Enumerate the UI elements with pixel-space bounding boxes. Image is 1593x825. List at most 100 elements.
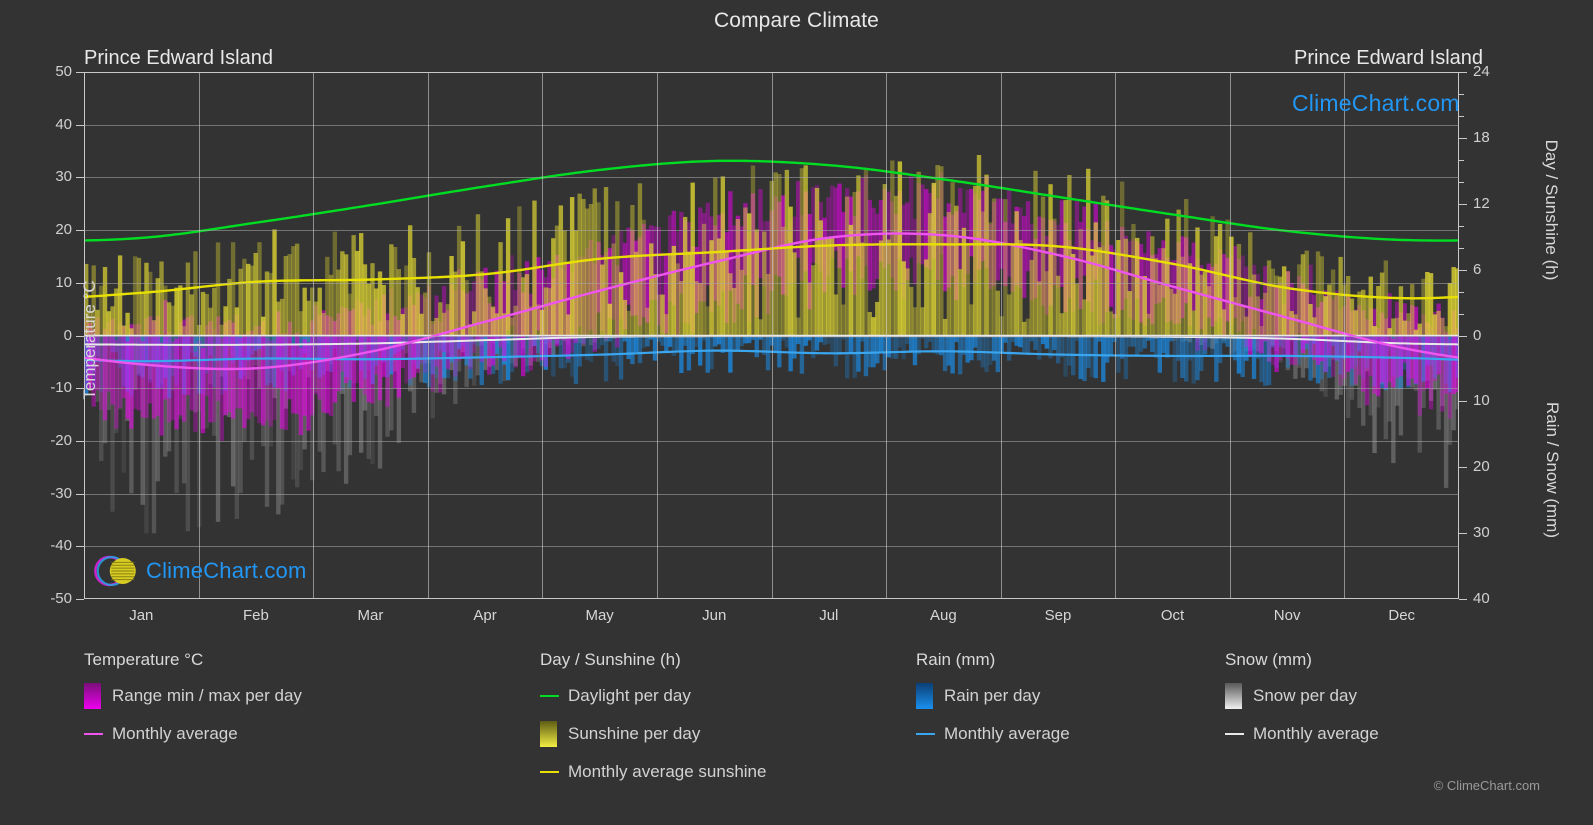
y-axis-right-tick-label: 10: [1473, 392, 1490, 410]
y-axis-right-tick-label: 6: [1473, 260, 1482, 278]
legend-line-icon: [1225, 733, 1244, 735]
gridline-vertical: [1344, 72, 1345, 599]
legend-swatch-icon: [916, 683, 933, 709]
page-title: Compare Climate: [714, 9, 879, 32]
gridline-vertical: [313, 72, 314, 599]
y-axis-left-tick-label: -20: [50, 431, 72, 449]
legend-group-title: Rain (mm): [916, 650, 996, 669]
y-axis-right-tick-mark: [1459, 467, 1467, 469]
x-axis-tick-label-aug: Aug: [930, 607, 957, 624]
y-axis-left-tick-mark: [76, 177, 84, 179]
logo-watermark-text: ClimeChart.com: [146, 558, 307, 583]
y-axis-right-minor-tick: [1459, 313, 1464, 315]
legend-group-temperature-c: Temperature °C Range min / max per day Mon…: [84, 650, 302, 759]
y-axis-right-tick-label: 24: [1473, 63, 1490, 80]
x-axis-tick-label-jan: Jan: [129, 607, 154, 624]
legend-group-rain-mm: Rain (mm) Rain per day Monthly average: [916, 650, 1070, 759]
climate-chart-page: Compare Climate Prince Edward Island Pri…: [0, 0, 1593, 825]
y-axis-right-minor-tick: [1459, 115, 1464, 117]
legend-item[interactable]: Monthly average: [916, 721, 1070, 747]
y-axis-left-tick-label: 40: [55, 115, 72, 133]
x-axis-tick-label-oct: Oct: [1160, 607, 1185, 624]
gridline-vertical: [428, 72, 429, 599]
y-axis-right-tick-label: 18: [1473, 128, 1490, 146]
y-axis-right-minor-tick: [1459, 247, 1464, 249]
y-axis-right-tick-mark: [1459, 137, 1467, 139]
legend-item[interactable]: Monthly average sunshine: [540, 759, 766, 785]
legend-line-icon: [84, 733, 103, 735]
y-axis-right-bottom-title: Rain / Snow (mm): [1543, 401, 1562, 539]
y-axis-left-tick-mark: [76, 72, 84, 73]
legend-line-icon-wrap: [540, 695, 559, 697]
legend-group-title: Temperature °C: [84, 650, 204, 669]
legend-item[interactable]: Monthly average: [1225, 721, 1379, 747]
x-axis-tick-label-sep: Sep: [1044, 607, 1072, 624]
legend-item-label: Daylight per day: [568, 686, 691, 705]
x-axis-tick-label-jun: Jun: [702, 607, 727, 624]
gridline-vertical: [1230, 72, 1231, 599]
y-axis-right-minor-tick: [1459, 181, 1464, 183]
x-axis-tick-label-may: May: [585, 607, 614, 624]
y-axis-right-tick-mark: [1459, 533, 1467, 535]
y-axis-left-tick-label: -10: [50, 379, 72, 397]
legend-item[interactable]: Daylight per day: [540, 683, 766, 709]
y-axis-right-minor-tick: [1459, 291, 1464, 293]
legend-group-day-sunshine-h: Day / Sunshine (h) Daylight per day Sunshi…: [540, 650, 766, 797]
gridline-vertical: [199, 72, 200, 599]
gridline-vertical: [542, 72, 543, 599]
legend-item-label: Monthly average: [944, 724, 1070, 743]
y-axis-left-tick-label: -30: [50, 484, 72, 502]
legend-line-icon: [540, 771, 559, 773]
y-axis-left-tick-label: -40: [50, 537, 72, 555]
legend-group-title: Day / Sunshine (h): [540, 650, 681, 669]
gridline-vertical: [772, 72, 773, 599]
y-axis-left-tick-mark: [76, 124, 84, 126]
y-axis-left-tick-label: 0: [63, 326, 72, 344]
y-axis-right-tick-mark: [1459, 269, 1467, 271]
legend-item[interactable]: Range min / max per day: [84, 683, 302, 709]
y-axis-left-tick-label: 30: [55, 168, 72, 186]
legend-line-icon-wrap: [916, 733, 935, 735]
legend-line-icon: [540, 695, 559, 697]
legend-item[interactable]: Snow per day: [1225, 683, 1379, 709]
y-axis-right-minor-tick: [1459, 225, 1464, 227]
y-axis-left-title: Temperature °C: [80, 280, 99, 400]
location-label-right: Prince Edward Island: [1294, 47, 1483, 69]
legend-item[interactable]: Rain per day: [916, 683, 1070, 709]
logo-text: ClimeChart.com: [1292, 89, 1460, 116]
legend-item-label: Rain per day: [944, 686, 1041, 705]
y-axis-right-minor-tick: [1459, 93, 1464, 95]
y-axis-left-tick-mark: [76, 599, 84, 600]
y-axis-right-tick-mark: [1459, 203, 1467, 205]
legend-swatch-icon: [1225, 683, 1242, 709]
y-axis-right-tick-mark: [1459, 335, 1467, 337]
legend-line-icon-wrap: [84, 733, 103, 735]
y-axis-left-tick-label: 50: [55, 63, 72, 80]
location-label-left: Prince Edward Island: [84, 47, 273, 69]
climechart-logo-icon: [1236, 84, 1288, 122]
y-axis-left-tick-mark: [76, 493, 84, 495]
logo-watermark[interactable]: ClimeChart.com: [92, 552, 307, 590]
chart-plot-area: [84, 72, 1459, 599]
legend-item-label: Sunshine per day: [568, 724, 701, 743]
x-axis-tick-label-dec: Dec: [1388, 607, 1416, 624]
gridline-vertical: [1115, 72, 1116, 599]
legend-swatch-icon: [540, 721, 557, 747]
legend-item-label: Monthly average sunshine: [568, 762, 767, 781]
legend-swatch-icon: [84, 683, 101, 709]
legend-item-label: Snow per day: [1253, 686, 1357, 705]
gridline-vertical: [886, 72, 887, 599]
legend-item[interactable]: Monthly average: [84, 721, 302, 747]
chart-legend: © ClimeChart.com Temperature °C Range min…: [84, 650, 1544, 800]
x-axis-tick-label-apr: Apr: [473, 607, 497, 624]
y-axis-left-tick-mark: [76, 230, 84, 232]
x-axis-tick-label-feb: Feb: [242, 607, 269, 624]
legend-item[interactable]: Sunshine per day: [540, 721, 766, 747]
x-axis-tick-label-nov: Nov: [1273, 607, 1301, 624]
climechart-watermark-icon: [94, 555, 136, 587]
gridline-vertical: [657, 72, 658, 599]
logo-top-right[interactable]: ClimeChart.com: [1236, 84, 1460, 122]
copyright-label: © ClimeChart.com: [1433, 778, 1540, 793]
y-axis-left-tick-label: 10: [55, 273, 72, 291]
legend-group-title: Snow (mm): [1225, 650, 1312, 669]
